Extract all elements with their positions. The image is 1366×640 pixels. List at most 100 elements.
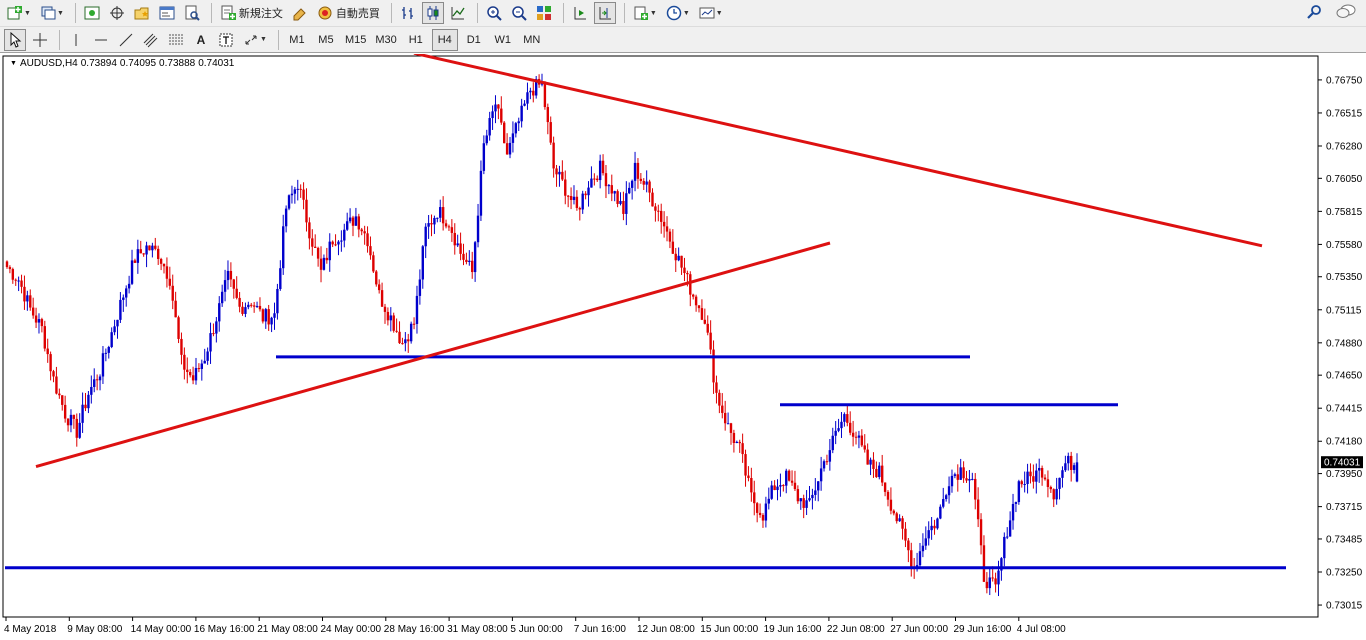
cursor-tool-button[interactable]: [4, 28, 26, 51]
navigator-button[interactable]: [131, 2, 153, 24]
candle-body: [66, 418, 70, 426]
new-order-button[interactable]: 新規注文: [217, 2, 286, 24]
candle-body: [709, 332, 712, 350]
candle-body: [90, 386, 93, 395]
timeframe-mn[interactable]: MN: [519, 29, 545, 51]
candle-body: [148, 245, 151, 251]
zoom-in-button[interactable]: [483, 2, 505, 24]
candle-body: [889, 499, 893, 511]
candle: [543, 81, 547, 110]
search-icon[interactable]: [1306, 4, 1322, 20]
candlestick-chart-button[interactable]: [421, 2, 444, 24]
chart-window[interactable]: 0.76750 0.76515 0.76280 0.76050 0.75815 0.755…: [0, 54, 1366, 640]
candle-body: [939, 506, 942, 519]
candle-body: [159, 258, 163, 264]
line-chart-icon: [451, 7, 465, 20]
auto-scroll-button[interactable]: [569, 2, 591, 24]
timeframe-w1[interactable]: W1: [490, 29, 516, 51]
vertical-line-button[interactable]: [65, 29, 87, 51]
candle-body: [726, 423, 730, 425]
candle-body: [718, 392, 721, 406]
candle-body: [1069, 455, 1073, 470]
zoom-in-icon: [487, 6, 502, 21]
x-tick-label: 7 Jun 16:00: [574, 624, 627, 635]
candle-body: [636, 162, 640, 179]
timeframe-m5[interactable]: M5: [313, 29, 339, 51]
candle-body: [639, 178, 643, 181]
new-chart-button[interactable]: ▼: [4, 2, 34, 24]
candle-body: [988, 577, 991, 589]
y-tick-label: 0.74180: [1326, 437, 1363, 448]
horizontal-line-button[interactable]: [90, 29, 112, 51]
candle-body: [950, 475, 954, 487]
terminal-button[interactable]: [156, 2, 178, 24]
timeframe-d1[interactable]: D1: [461, 29, 487, 51]
price-chart[interactable]: 0.76750 0.76515 0.76280 0.76050 0.75815 0.755…: [0, 54, 1366, 640]
candle-body: [55, 376, 58, 394]
drawing-toolbar: A ▼ M1 M5 M15 M30 H1 H4 D1 W1 MN: [0, 27, 1366, 53]
candle-body: [1052, 489, 1055, 500]
y-tick-label: 0.74650: [1326, 371, 1363, 382]
data-window-button[interactable]: [106, 2, 128, 24]
arrows-button[interactable]: ▼: [240, 29, 270, 51]
equidistant-channel-button[interactable]: [140, 29, 162, 51]
crosshair-icon: [33, 32, 47, 47]
zoom-out-button[interactable]: [508, 2, 530, 24]
candle-body: [206, 351, 209, 361]
candle-body: [1026, 471, 1029, 485]
candle-body: [197, 368, 201, 370]
periods-button[interactable]: ▼: [663, 2, 693, 24]
x-tick-label: 14 May 00:00: [131, 624, 192, 635]
text-tool-button[interactable]: A: [190, 29, 212, 51]
fibonacci-button[interactable]: [165, 29, 187, 51]
timeframe-m30[interactable]: M30: [372, 29, 399, 51]
candle-body: [927, 530, 930, 539]
metaeditor-button[interactable]: [289, 2, 311, 24]
candle-body: [671, 241, 675, 254]
new-order-label: 新規注文: [238, 8, 283, 20]
templates-button[interactable]: ▼: [696, 2, 726, 24]
vertical-line-icon: [75, 33, 77, 46]
chart-shift-button[interactable]: [593, 2, 616, 24]
indicators-button[interactable]: ▼: [630, 2, 660, 24]
candle-body: [314, 246, 317, 248]
timeframe-m15[interactable]: M15: [342, 29, 369, 51]
crosshair-tool-button[interactable]: [29, 29, 51, 51]
timeframe-m1[interactable]: M1: [284, 29, 310, 51]
market-watch-button[interactable]: [81, 2, 103, 24]
chat-bubble-icon[interactable]: [1336, 4, 1356, 20]
candle-body: [351, 217, 355, 226]
candle-body: [476, 215, 480, 243]
timeframe-h1[interactable]: H1: [403, 29, 429, 51]
candle-body: [372, 255, 375, 272]
profiles-button[interactable]: ▼: [37, 2, 67, 24]
timeframe-h4[interactable]: H4: [431, 28, 458, 51]
trendline-button[interactable]: [115, 29, 137, 51]
toolbar-separator: [623, 3, 625, 23]
candle-body: [1003, 536, 1006, 559]
candle-body: [345, 221, 349, 230]
auto-trading-button[interactable]: 自動売買: [314, 2, 383, 24]
candle-body: [407, 339, 410, 342]
candle-body: [819, 468, 823, 482]
text-label-button[interactable]: [215, 29, 237, 51]
candle-body: [383, 306, 387, 312]
candle-body: [308, 222, 311, 239]
candle-body: [203, 360, 206, 364]
candle-body: [250, 304, 253, 306]
candle-body: [450, 227, 454, 233]
candle-body: [814, 490, 817, 495]
chevron-down-icon: ▼: [715, 9, 723, 17]
candle-body: [880, 465, 884, 483]
candle-body: [657, 210, 660, 212]
y-tick-label: 0.73250: [1326, 568, 1363, 579]
tile-windows-button[interactable]: [533, 2, 555, 24]
line-chart-button[interactable]: [447, 2, 469, 24]
y-tick-label: 0.73015: [1326, 601, 1363, 612]
candle-body: [503, 122, 506, 144]
candle-body: [194, 368, 198, 381]
strategy-tester-button[interactable]: [181, 2, 203, 24]
low-price: 0.73888: [159, 58, 196, 69]
candle-body: [683, 267, 686, 274]
bar-chart-button[interactable]: [397, 2, 419, 24]
